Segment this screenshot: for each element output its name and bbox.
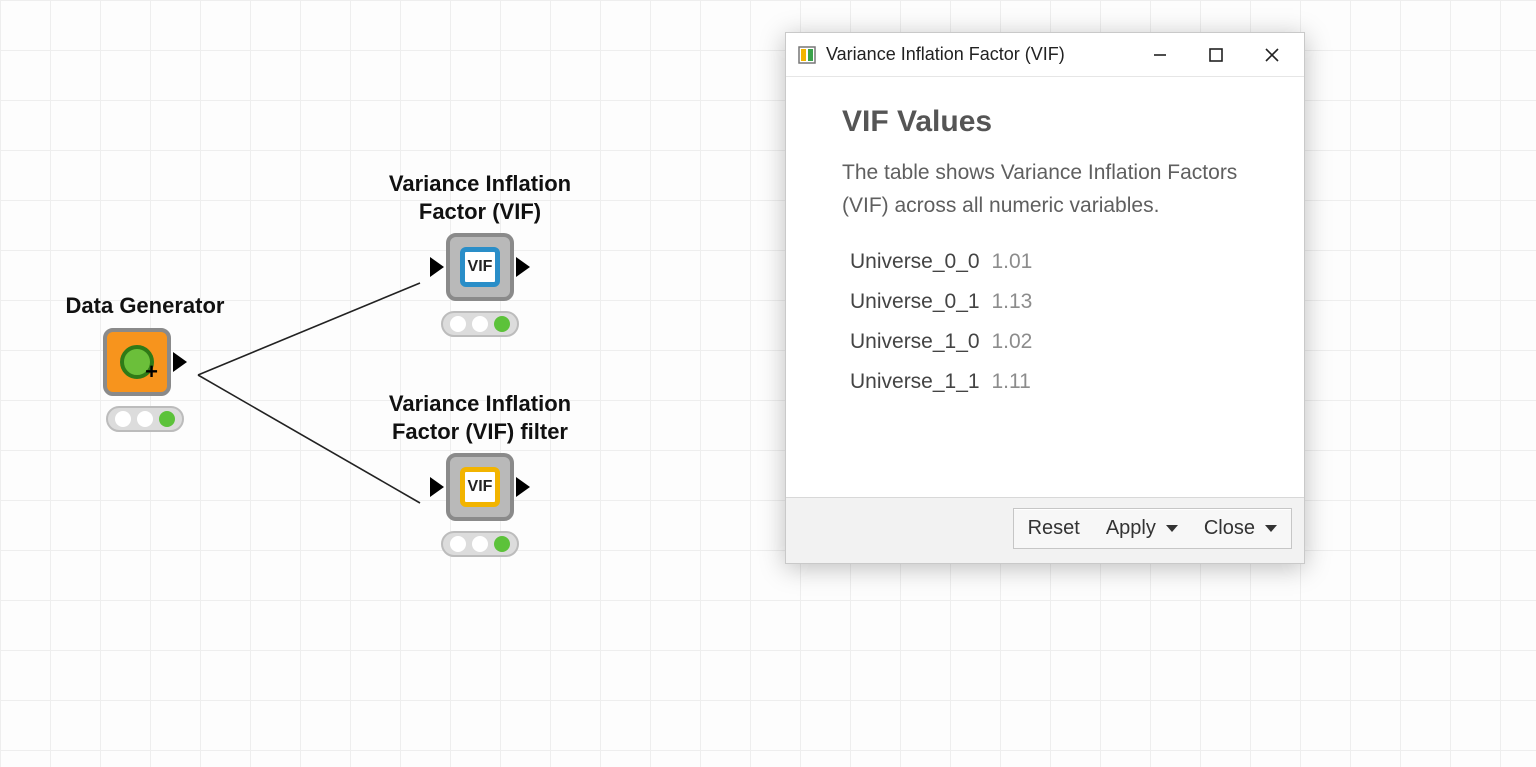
node-icon-vif[interactable]: VIF [446, 233, 514, 301]
node-label: Variance Inflation Factor (VIF) filter [370, 390, 590, 445]
vif-variable-value: 1.02 [991, 330, 1032, 353]
input-port[interactable] [430, 477, 444, 497]
vif-chip-icon: VIF [460, 247, 500, 287]
node-status-lights [441, 311, 519, 337]
vif-dialog-window[interactable]: Variance Inflation Factor (VIF) VIF Valu… [785, 32, 1305, 564]
node-vif-filter[interactable]: Variance Inflation Factor (VIF) filter V… [370, 390, 590, 557]
node-icon-data-generator[interactable] [103, 328, 171, 396]
node-icon-vif-filter[interactable]: VIF [446, 453, 514, 521]
dialog-footer: Reset Apply Close [786, 497, 1304, 563]
window-maximize-button[interactable] [1188, 35, 1244, 75]
vif-variable-value: 1.13 [991, 290, 1032, 313]
generator-icon [120, 345, 154, 379]
vif-variable-value: 1.01 [991, 250, 1032, 273]
vif-row: Universe_1_0 1.02 [842, 322, 1264, 362]
vif-chip-icon: VIF [460, 467, 500, 507]
dialog-title: Variance Inflation Factor (VIF) [826, 44, 1065, 65]
vif-row: Universe_1_1 1.11 [842, 362, 1264, 402]
dialog-button-bar: Reset Apply Close [1013, 508, 1292, 549]
node-label: Data Generator [35, 292, 255, 320]
vif-variable-name: Universe_1_0 [850, 330, 980, 353]
vif-variable-name: Universe_1_1 [850, 370, 980, 393]
output-port[interactable] [173, 352, 187, 372]
output-port[interactable] [516, 477, 530, 497]
close-button[interactable]: Close [1204, 517, 1277, 540]
vif-row: Universe_0_0 1.01 [842, 242, 1264, 282]
output-port[interactable] [516, 257, 530, 277]
app-icon [798, 46, 816, 64]
node-status-lights [106, 406, 184, 432]
window-close-button[interactable] [1244, 35, 1300, 75]
dialog-titlebar[interactable]: Variance Inflation Factor (VIF) [786, 33, 1304, 77]
dialog-description: The table shows Variance Inflation Facto… [842, 157, 1264, 222]
vif-row: Universe_0_1 1.13 [842, 282, 1264, 322]
node-vif[interactable]: Variance Inflation Factor (VIF) VIF [370, 170, 590, 337]
node-status-lights [441, 531, 519, 557]
chevron-down-icon [1265, 525, 1277, 532]
reset-button[interactable]: Reset [1028, 517, 1080, 540]
vif-variable-name: Universe_0_0 [850, 250, 980, 273]
vif-variable-name: Universe_0_1 [850, 290, 980, 313]
node-data-generator[interactable]: Data Generator [35, 292, 255, 432]
chevron-down-icon [1166, 525, 1178, 532]
vif-variable-value: 1.11 [991, 370, 1030, 393]
dialog-heading: VIF Values [842, 105, 1264, 139]
workflow-canvas[interactable]: Data Generator Variance Inflation Factor… [0, 0, 1536, 767]
window-minimize-button[interactable] [1132, 35, 1188, 75]
dialog-body: VIF Values The table shows Variance Infl… [786, 77, 1304, 497]
node-label: Variance Inflation Factor (VIF) [370, 170, 590, 225]
input-port[interactable] [430, 257, 444, 277]
apply-button[interactable]: Apply [1106, 517, 1178, 540]
